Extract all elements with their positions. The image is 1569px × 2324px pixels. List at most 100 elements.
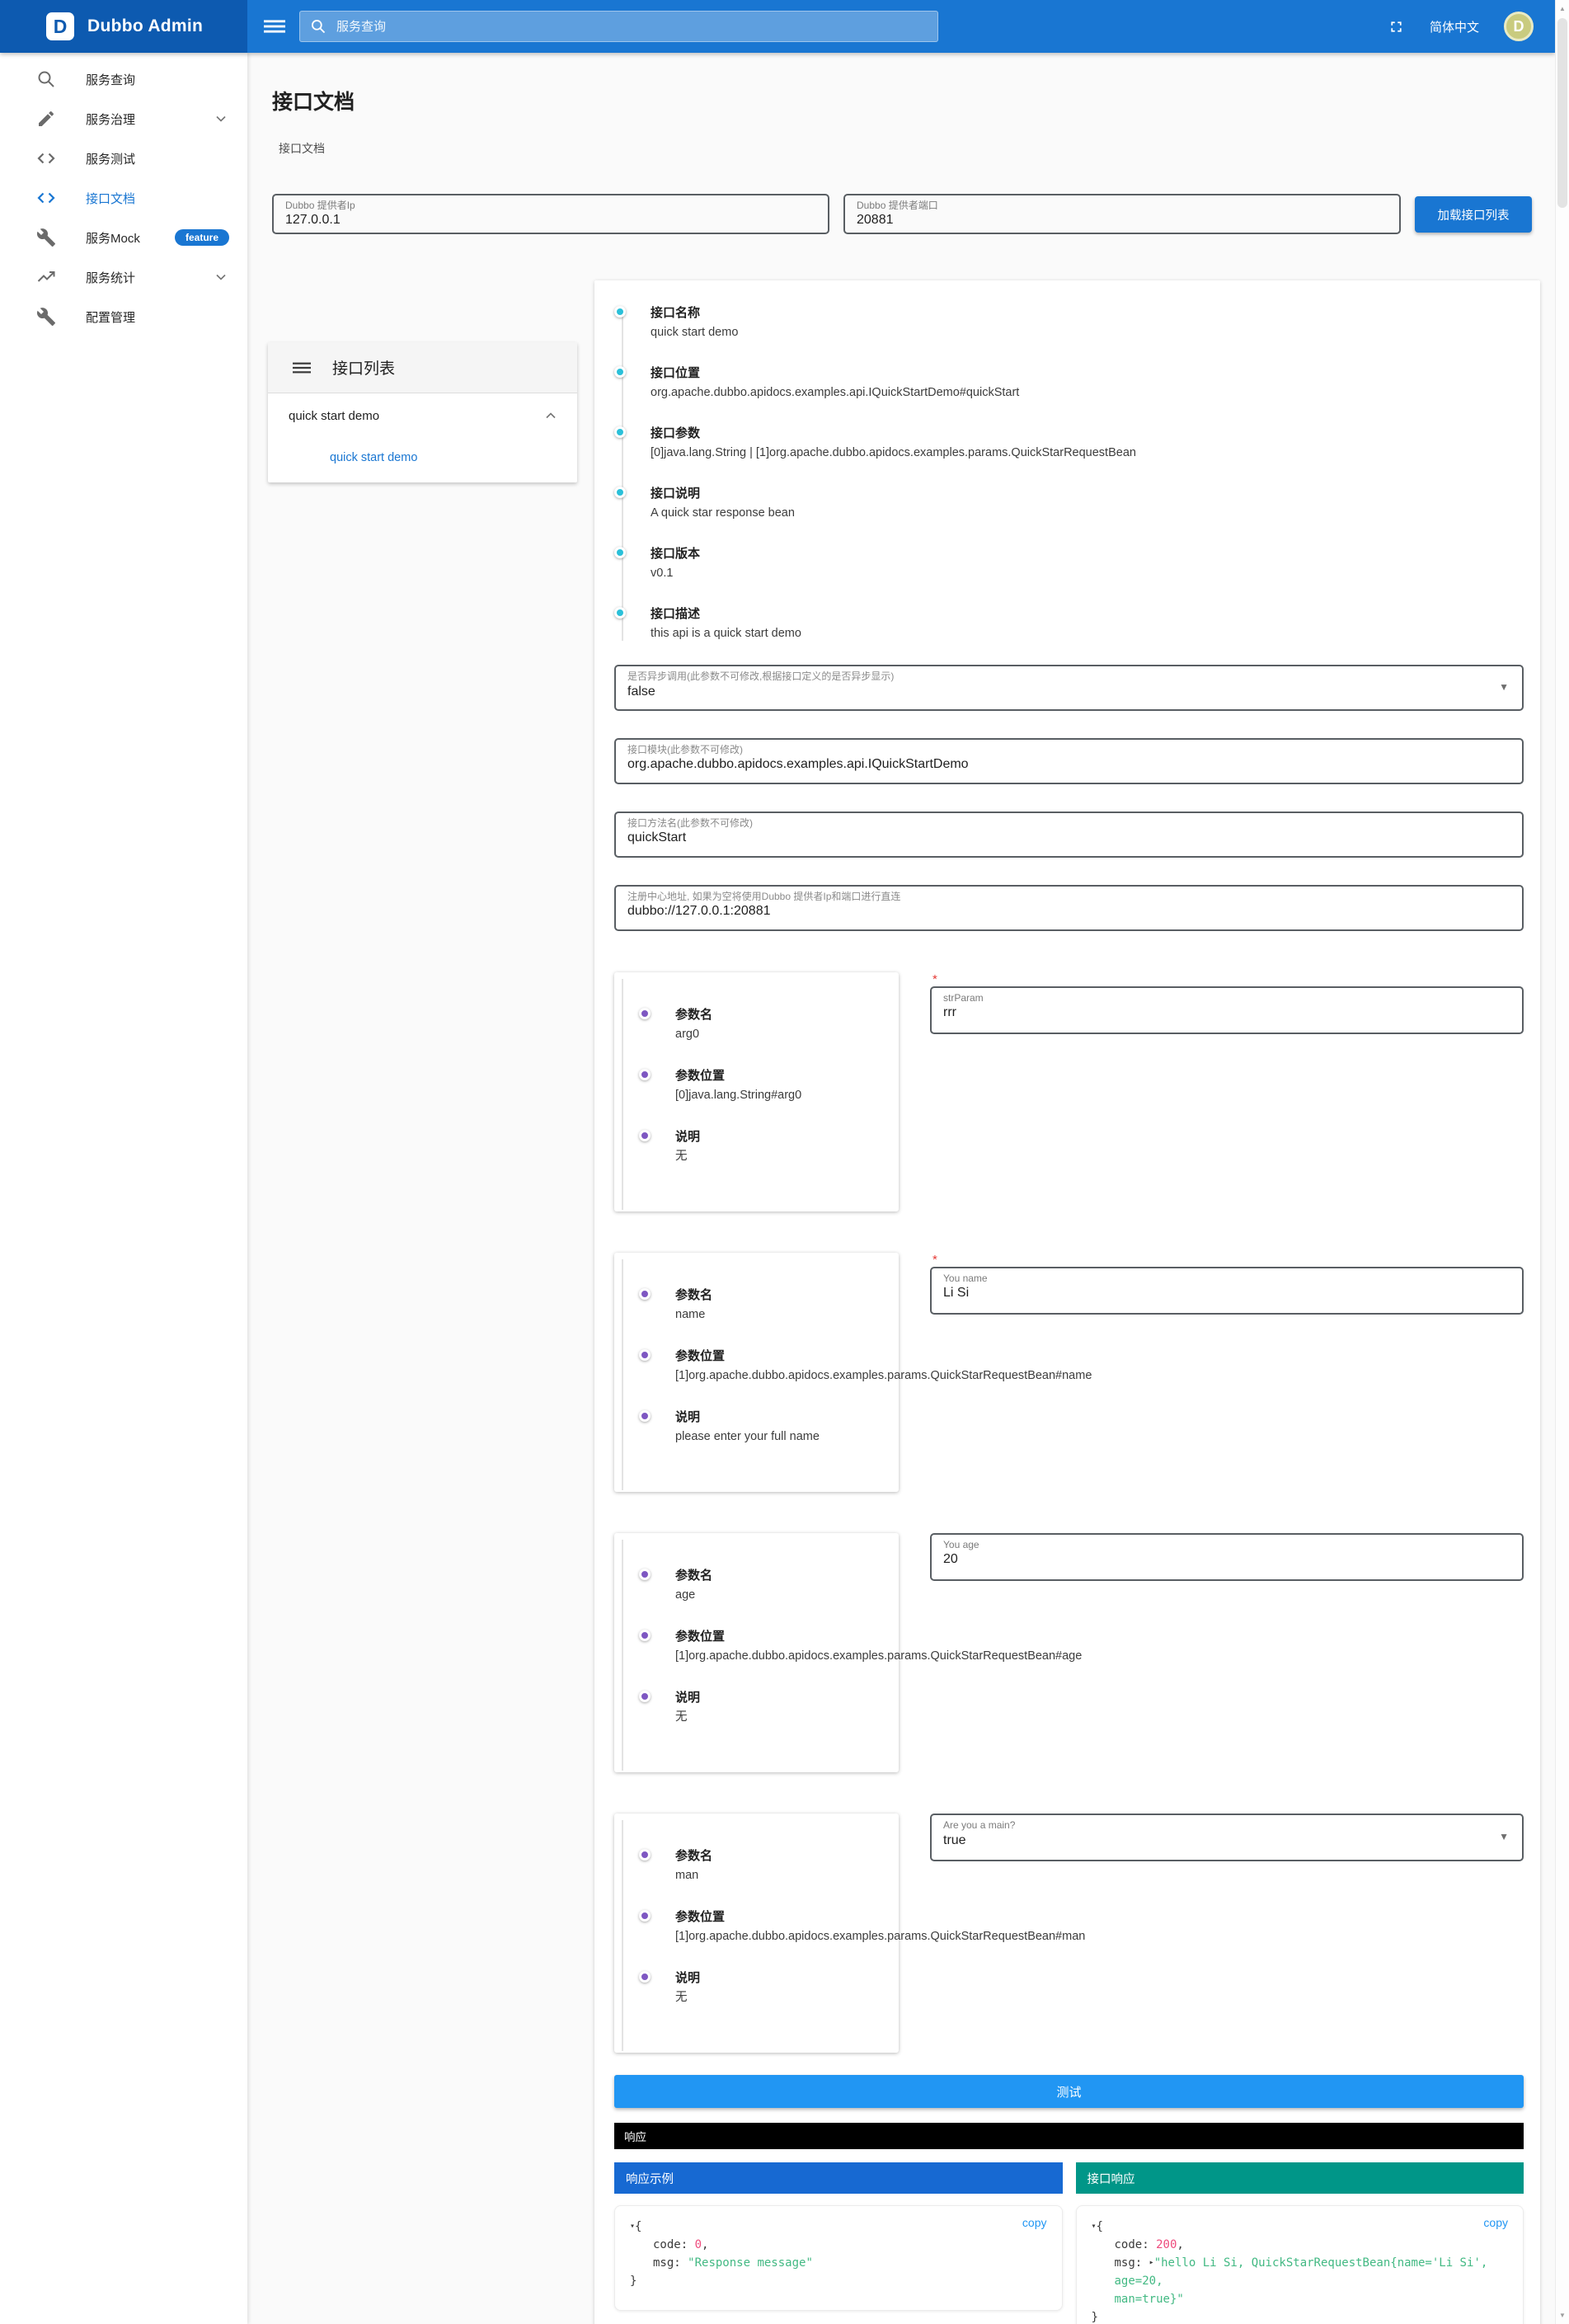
age-param-input[interactable] — [943, 1550, 1510, 1567]
age-param-field[interactable]: You age — [930, 1533, 1524, 1581]
provider-port-field[interactable]: Dubbo 提供者端口 — [843, 194, 1401, 234]
api-info-label: 接口描述 — [651, 605, 1524, 622]
language-switcher[interactable]: 简体中文 — [1430, 18, 1479, 35]
param-label: 参数位置 — [675, 1066, 884, 1084]
copy-link[interactable]: copy — [1022, 2216, 1047, 2229]
param-label: 参数位置 — [675, 1347, 884, 1364]
chevron-down-icon — [213, 111, 229, 127]
search-box[interactable] — [299, 11, 938, 42]
param-value: [0]java.lang.String#arg0 — [675, 1087, 865, 1104]
scrollbar-thumb[interactable] — [1557, 18, 1567, 208]
param-row: 参数名 arg0 — [639, 1005, 884, 1051]
module-field-label: 接口模块(此参数不可修改) — [627, 744, 1510, 755]
api-list-item[interactable]: quick start demo — [268, 438, 577, 478]
module-field[interactable]: 接口模块(此参数不可修改) — [614, 738, 1524, 784]
sidebar-item-label: 配置管理 — [86, 308, 135, 326]
param-block-arg0: 参数名 arg0 参数位置 [0]java.lang.String#arg0 说… — [614, 972, 1524, 1211]
breadcrumb[interactable]: 接口文档 — [279, 140, 1555, 157]
async-select[interactable]: 是否异步调用(此参数不可修改,根据接口定义的是否异步显示) false ▼ — [614, 665, 1524, 711]
top-app-bar: D Dubbo Admin 简体中文 D — [0, 0, 1555, 53]
timeline-dot — [614, 426, 626, 438]
timeline-dot — [639, 1910, 651, 1922]
param-label: 说明 — [675, 1688, 884, 1705]
copy-link[interactable]: copy — [1483, 2216, 1508, 2229]
registry-field[interactable]: 注册中心地址, 如果为空将使用Dubbo 提供者Ip和端口进行直连 — [614, 885, 1524, 931]
param-label: 说明 — [675, 1127, 884, 1145]
str-param-input[interactable] — [943, 1004, 1510, 1020]
method-field[interactable]: 接口方法名(此参数不可修改) — [614, 812, 1524, 858]
param-row: 说明 无 — [639, 1969, 884, 2015]
api-list-panel: 接口列表 quick start demo quick start demo — [268, 342, 577, 482]
man-param-label: Are you a main? — [943, 1819, 1510, 1831]
load-api-list-button[interactable]: 加载接口列表 — [1415, 196, 1532, 233]
response-actual-column: 接口响应 copy ▾{ code: 200, msg: ▸"hello Li … — [1076, 2162, 1524, 2324]
sidebar-item-label: 服务统计 — [86, 269, 135, 286]
dropdown-caret-icon: ▼ — [1499, 1831, 1509, 1842]
sidebar-item-service-test[interactable]: 服务测试 — [0, 139, 247, 178]
doc-fields: 是否异步调用(此参数不可修改,根据接口定义的是否异步显示) false ▼ 接口… — [614, 665, 1524, 931]
sidebar-item-service-statistics[interactable]: 服务统计 — [0, 257, 247, 297]
sidebar-item-config-management[interactable]: 配置管理 — [0, 297, 247, 336]
connection-row: Dubbo 提供者Ip Dubbo 提供者端口 加载接口列表 — [272, 194, 1532, 234]
param-input-area: * strParam — [899, 972, 1524, 1211]
module-input[interactable] — [627, 755, 1510, 772]
param-block-name: 参数名 name 参数位置 [1]org.apache.dubbo.apidoc… — [614, 1253, 1524, 1492]
param-value: please enter your full name — [675, 1428, 865, 1446]
registry-input[interactable] — [627, 902, 1510, 919]
api-group-row[interactable]: quick start demo — [268, 393, 577, 438]
search-icon — [36, 69, 56, 89]
avatar[interactable]: D — [1504, 12, 1534, 41]
stats-icon — [36, 267, 56, 287]
wrench-icon — [36, 307, 56, 327]
provider-port-input[interactable] — [857, 211, 1388, 228]
param-row: 说明 please enter your full name — [639, 1408, 884, 1454]
sidebar-item-service-governance[interactable]: 服务治理 — [0, 99, 247, 139]
timeline-dot — [639, 1288, 651, 1300]
json-viewer: ▾{ code: 0, msg: "Response message" } — [630, 2218, 1047, 2290]
test-button[interactable]: 测试 — [614, 2075, 1524, 2108]
provider-ip-input[interactable] — [285, 211, 816, 228]
api-info-item: 接口说明 A quick star response bean — [614, 484, 1524, 522]
sidebar-item-service-search[interactable]: 服务查询 — [0, 59, 247, 99]
menu-icon[interactable] — [293, 359, 311, 377]
wrench-icon — [36, 228, 56, 247]
sidebar-item-service-mock[interactable]: 服务Mock feature — [0, 218, 247, 257]
man-param-select[interactable]: Are you a main? true ▼ — [930, 1814, 1524, 1861]
timeline-dot — [639, 1569, 651, 1580]
sidebar: 服务查询 服务治理 服务测试 接口文档 服务Mock feature — [0, 53, 247, 2324]
response-actual-header: 接口响应 — [1076, 2162, 1524, 2194]
param-value: arg0 — [675, 1026, 865, 1043]
search-input[interactable] — [335, 19, 928, 35]
method-input[interactable] — [627, 829, 1510, 845]
timeline-dot — [639, 1349, 651, 1361]
json-viewer: ▾{ code: 200, msg: ▸"hello Li Si, QuickS… — [1092, 2218, 1509, 2324]
api-info-item: 接口参数 [0]java.lang.String | [1]org.apache… — [614, 424, 1524, 462]
sidebar-item-api-docs[interactable]: 接口文档 — [0, 178, 247, 218]
name-param-input[interactable] — [943, 1284, 1510, 1301]
logo-letter: D — [54, 16, 68, 38]
param-label: 参数位置 — [675, 1627, 884, 1644]
scroll-down-arrow-icon[interactable]: ▼ — [1556, 2312, 1569, 2319]
api-info-value: org.apache.dubbo.apidocs.examples.api.IQ… — [651, 384, 1524, 402]
timeline-dot — [639, 1130, 651, 1141]
provider-ip-field[interactable]: Dubbo 提供者Ip — [272, 194, 829, 234]
str-param-field[interactable]: strParam — [930, 986, 1524, 1034]
param-value: man — [675, 1867, 865, 1884]
menu-icon[interactable] — [264, 16, 285, 37]
search-icon — [310, 18, 326, 35]
param-value: name — [675, 1306, 865, 1324]
page-scrollbar[interactable]: ▲ ▼ — [1555, 0, 1569, 2324]
param-block-age: 参数名 age 参数位置 [1]org.apache.dubbo.apidocs… — [614, 1533, 1524, 1772]
api-info-label: 接口位置 — [651, 364, 1524, 381]
scroll-up-arrow-icon[interactable]: ▲ — [1556, 5, 1569, 12]
registry-field-label: 注册中心地址, 如果为空将使用Dubbo 提供者Ip和端口进行直连 — [627, 891, 1510, 902]
response-bar: 响应 — [614, 2123, 1524, 2149]
async-select-value: false — [627, 682, 1510, 699]
fullscreen-icon[interactable] — [1388, 18, 1405, 35]
name-param-field[interactable]: You name — [930, 1267, 1524, 1315]
param-value: [1]org.apache.dubbo.apidocs.examples.par… — [675, 1928, 865, 1945]
provider-port-label: Dubbo 提供者端口 — [857, 200, 1388, 211]
sidebar-item-label: 服务测试 — [86, 150, 135, 167]
feature-badge: feature — [175, 229, 229, 246]
provider-ip-label: Dubbo 提供者Ip — [285, 200, 816, 211]
